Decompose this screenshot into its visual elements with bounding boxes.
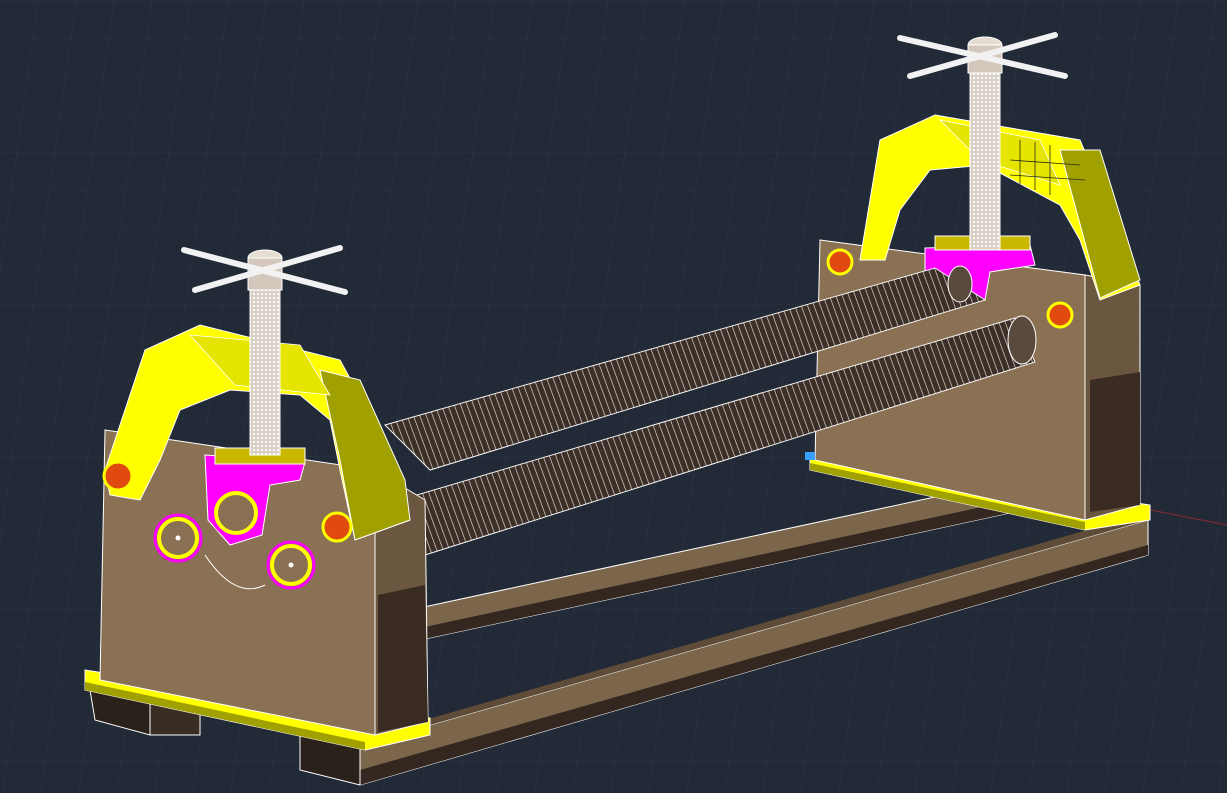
- pivot-pin-icon: [102, 460, 134, 492]
- pivot-pin-icon: [826, 248, 854, 276]
- bearing-ring-icon: [266, 540, 316, 590]
- bearing-ring-icon: [210, 487, 262, 539]
- bearing-ring-icon: [153, 513, 203, 563]
- pivot-pin-icon: [1046, 301, 1074, 329]
- cad-drawing-canvas[interactable]: [0, 0, 1227, 793]
- cad-model-viewport[interactable]: [0, 0, 1227, 793]
- lead-screw-icon: [969, 69, 1001, 251]
- lead-screw-icon: [249, 289, 281, 456]
- pivot-pin-icon: [321, 511, 353, 543]
